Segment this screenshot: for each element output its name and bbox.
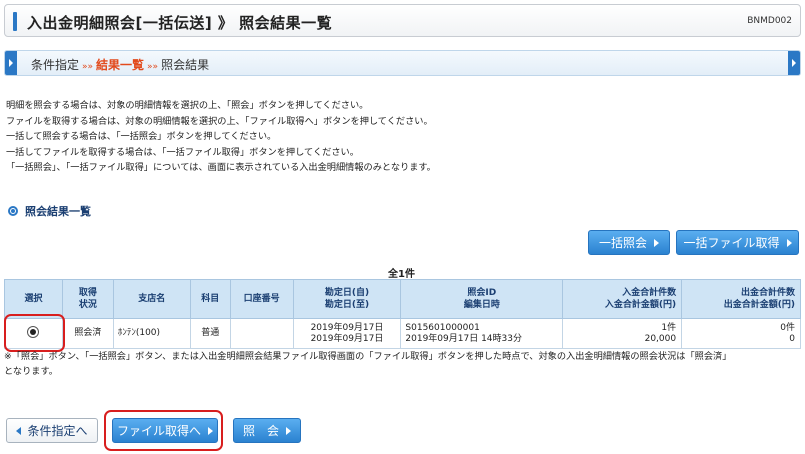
instructions: 明細を照会する場合は、対象の明細情報を選択の上、「照会」ボタンを押してください。… [6, 98, 436, 176]
status-cell: 照会済 [61, 318, 114, 349]
instruction-line: ファイルを取得する場合は、対象の明細情報を選択の上、「ファイル取得へ」ボタンを押… [6, 115, 433, 127]
table-header-row: 選択 取得 状況 支店名 科目 口座番号 勘定日(自) 勘定日(至) 照会ID 編集日… [4, 279, 801, 319]
step-separator-icon: »» [147, 62, 159, 72]
branch-cell: ﾎﾝﾃﾝ(100) [112, 318, 191, 349]
arrow-left-icon [16, 426, 22, 435]
col-branch: 支店名 [112, 279, 191, 319]
screen-code: BNMD002 [747, 16, 792, 26]
table-row: 照会済 ﾎﾝﾃﾝ(100) 普通 2019年09月17日 2019年09月17日 … [4, 318, 801, 349]
breadcrumb: 条件指定»» 結果一覧»» 照会結果 [31, 56, 209, 73]
radio-highlight-box [4, 314, 65, 352]
col-inquiry-id: 照会ID 編集日時 [400, 279, 564, 319]
back-label: 条件指定へ [27, 424, 88, 438]
note-line: となります。 [4, 366, 58, 377]
col-select: 選択 [4, 279, 63, 319]
arrow-right-icon [654, 238, 659, 247]
section-title: 照会結果一覧 [25, 205, 91, 218]
breadcrumb-left-arrow-icon [5, 51, 17, 75]
col-deposit: 入金合計件数 入金合計金額(円) [562, 279, 683, 319]
instruction-line: 一括して照会する場合は、「一括照会」ボタンを押してください。 [6, 131, 277, 143]
bulk-file-button[interactable]: 一括ファイル取得 [676, 230, 799, 255]
instruction-line: 一括してファイルを取得する場合は、「一括ファイル取得」ボタンを押してください。 [6, 146, 359, 158]
inquiry-label: 照 会 [242, 424, 279, 438]
breadcrumb-right-arrow-icon [788, 51, 800, 75]
date-cell: 2019年09月17日 2019年09月17日 [292, 318, 402, 349]
step-condition: 条件指定 [31, 58, 80, 72]
step-breadcrumb: 条件指定»» 結果一覧»» 照会結果 [4, 50, 801, 76]
col-status: 取得 状況 [61, 279, 114, 319]
subject-cell: 普通 [189, 318, 231, 349]
bulk-inquiry-button[interactable]: 一括照会 [588, 230, 670, 255]
title-accent-bar [13, 12, 17, 31]
instruction-line: 「一括照会」、「一括ファイル取得」については、画面に表示されている入出金明細情報… [6, 162, 436, 174]
withdraw-cell: 0件 0 [681, 318, 801, 349]
step-inquiry-result: 照会結果 [161, 58, 210, 72]
back-to-condition-button[interactable]: 条件指定へ [6, 418, 98, 443]
col-withdraw: 出金合計件数 出金合計金額(円) [681, 279, 801, 319]
page-title: 入出金明細照会[一括伝送] 》 照会結果一覧 [27, 14, 333, 32]
result-count: 全1件 [388, 269, 415, 280]
bulk-file-label: 一括ファイル取得 [683, 236, 780, 250]
step-result-list: 結果一覧 [96, 58, 145, 72]
title-bar: 入出金明細照会[一括伝送] 》 照会結果一覧 BNMD002 [4, 4, 801, 37]
col-date: 勘定日(自) 勘定日(至) [292, 279, 402, 319]
results-table: 選択 取得 状況 支店名 科目 口座番号 勘定日(自) 勘定日(至) 照会ID 編集日… [4, 279, 801, 349]
section-bullet-icon [8, 206, 18, 216]
inquiry-button[interactable]: 照 会 [233, 418, 301, 443]
section-heading: 照会結果一覧 [8, 203, 91, 219]
arrow-right-icon [286, 426, 291, 435]
file-button-highlight-box [104, 410, 223, 451]
inquiry-id-cell: S015601000001 2019年09月17日 14時33分 [400, 318, 564, 349]
status-note: ※「照会」ボタン、「一括照会」ボタン、または入出金明細照会結果ファイル取得画面の… [4, 349, 731, 379]
col-account: 口座番号 [229, 279, 294, 319]
bulk-inquiry-label: 一括照会 [598, 236, 647, 250]
account-cell [229, 318, 294, 349]
note-line: ※「照会」ボタン、「一括照会」ボタン、または入出金明細照会結果ファイル取得画面の… [4, 351, 732, 362]
col-subject: 科目 [189, 279, 231, 319]
arrow-right-icon [786, 238, 792, 247]
step-separator-icon: »» [82, 62, 94, 72]
deposit-cell: 1件 20,000 [562, 318, 683, 349]
instruction-line: 明細を照会する場合は、対象の明細情報を選択の上、「照会」ボタンを押してください。 [6, 100, 369, 111]
